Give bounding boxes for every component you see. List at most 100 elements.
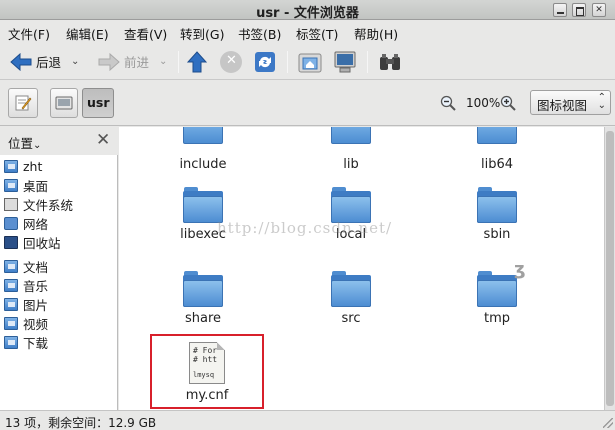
back-arrow-icon: [10, 52, 32, 71]
forward-history-chevron-icon[interactable]: ⌄: [159, 56, 167, 67]
file-name: lib64: [480, 157, 514, 172]
select-arrows-icon: ⌃ ⌄: [597, 92, 606, 111]
folder-icon: [477, 127, 517, 144]
home-folder-icon: [4, 159, 18, 173]
path-usr-label: usr: [87, 95, 110, 110]
close-window-button[interactable]: ✕: [592, 3, 606, 17]
sidebar-item-zht[interactable]: zht: [4, 157, 42, 175]
sidebar-item-label: 文档: [23, 259, 49, 275]
sidebar-item-label: 下载: [23, 335, 49, 351]
back-button[interactable]: 后退 ⌄: [10, 52, 79, 71]
sidebar-item-label: 视频: [23, 316, 49, 332]
sidebar-item-label: zht: [23, 158, 43, 174]
home-folder-icon[interactable]: [298, 51, 322, 73]
folder-icon: [183, 187, 223, 223]
folder-icon: [331, 187, 371, 223]
sticky-emblem-icon: ʒ: [514, 259, 526, 280]
file-name: src: [341, 311, 361, 326]
view-mode-label: 图标视图: [537, 98, 588, 113]
sidebar-item-music[interactable]: 音乐: [4, 276, 48, 294]
desktop-folder-icon: [4, 178, 18, 192]
sidebar-item-network[interactable]: 网络: [4, 214, 48, 232]
folder-icon: [183, 127, 223, 144]
back-history-chevron-icon[interactable]: ⌄: [71, 56, 79, 67]
pictures-folder-icon: [4, 297, 18, 311]
close-sidebar-icon[interactable]: ✕: [96, 130, 110, 150]
back-label: 后退: [36, 55, 62, 70]
search-binoculars-icon[interactable]: [378, 53, 402, 71]
folder-item[interactable]: src: [306, 271, 396, 326]
highlight-box: [150, 334, 264, 409]
drive-icon: [55, 96, 73, 110]
videos-folder-icon: [4, 316, 18, 330]
sidebar-item-label: 桌面: [23, 178, 49, 194]
menu-view[interactable]: 查看(V): [124, 24, 167, 43]
path-usr-button[interactable]: usr: [82, 88, 114, 118]
sidebar-item-documents[interactable]: 文档: [4, 257, 48, 275]
folder-item[interactable]: sbin: [452, 187, 542, 242]
edit-pencil-icon: [15, 95, 32, 111]
navigation-toolbar: 后退 ⌄ 前进 ⌄ ✕: [0, 43, 615, 80]
sidebar-item-videos[interactable]: 视频: [4, 314, 48, 332]
folder-icon: [331, 127, 371, 144]
zoom-in-icon[interactable]: [500, 95, 516, 111]
minimize-button[interactable]: [553, 3, 567, 17]
forward-arrow-icon: [98, 52, 120, 71]
vertical-scrollbar[interactable]: [604, 127, 615, 410]
computer-icon[interactable]: [333, 51, 357, 73]
places-sidebar: 位置⌄ ✕ zht 桌面 文件系统 网络 回收站 文档 音乐 图片 视频 下载: [0, 127, 118, 410]
zoom-out-icon[interactable]: [440, 95, 456, 111]
watermark: http://blog.csdn.net/: [217, 219, 393, 237]
reload-icon[interactable]: [254, 51, 276, 73]
menu-file[interactable]: 文件(F): [8, 24, 50, 43]
folder-icon: [331, 271, 371, 307]
menu-help[interactable]: 帮助(H): [354, 24, 398, 43]
sidebar-item-label: 文件系统: [23, 197, 74, 213]
sidebar-item-label: 网络: [23, 216, 49, 232]
zoom-level: 100%: [466, 96, 501, 110]
window-title: usr - 文件浏览器: [256, 6, 359, 21]
filesystem-drive-icon: [4, 197, 18, 211]
status-bar: 13 项，剩余空间：12.9 GB: [0, 410, 615, 430]
folder-icon: [477, 271, 517, 307]
sidebar-item-pictures[interactable]: 图片: [4, 295, 48, 313]
sidebar-places-dropdown[interactable]: 位置⌄: [8, 133, 41, 152]
sidebar-item-label: 音乐: [23, 278, 49, 294]
network-icon: [4, 216, 18, 230]
sidebar-header: 位置⌄ ✕: [0, 127, 118, 155]
stop-button[interactable]: ✕: [220, 51, 242, 73]
sidebar-item-label: 图片: [23, 297, 49, 313]
sidebar-item-trash[interactable]: 回收站: [4, 233, 61, 251]
resize-grip-icon[interactable]: [603, 418, 613, 428]
menu-tabs[interactable]: 标签(T): [296, 24, 338, 43]
menu-go[interactable]: 转到(G): [180, 24, 224, 43]
menu-bar: 文件(F) 编辑(E) 查看(V) 转到(G) 书签(B) 标签(T) 帮助(H…: [0, 20, 615, 43]
menu-bookmarks[interactable]: 书签(B): [238, 24, 281, 43]
file-name: lib: [343, 157, 359, 172]
path-root-button[interactable]: [50, 88, 78, 118]
trash-icon: [4, 235, 18, 249]
sidebar-item-filesystem[interactable]: 文件系统: [4, 195, 73, 213]
up-arrow-icon[interactable]: [187, 51, 207, 73]
file-name: include: [179, 157, 227, 172]
file-name: tmp: [483, 311, 510, 326]
folder-item[interactable]: share: [158, 271, 248, 326]
menu-edit[interactable]: 编辑(E): [66, 24, 109, 43]
folder-item[interactable]: tmp ʒ: [452, 259, 542, 326]
location-bar: usr 100% 图标视图 ⌃ ⌄: [0, 81, 615, 126]
file-view[interactable]: include lib lib64 libexec local sbin sha…: [119, 127, 604, 410]
maximize-button[interactable]: [572, 3, 586, 17]
file-name: share: [184, 311, 222, 326]
scrollbar-thumb[interactable]: [606, 131, 614, 406]
forward-label: 前进: [124, 55, 150, 70]
music-folder-icon: [4, 278, 18, 292]
forward-button[interactable]: 前进 ⌄: [98, 52, 167, 71]
view-mode-select[interactable]: 图标视图 ⌃ ⌄: [530, 90, 611, 115]
sidebar-item-downloads[interactable]: 下载: [4, 333, 48, 351]
sidebar-item-label: 回收站: [23, 235, 61, 251]
documents-folder-icon: [4, 259, 18, 273]
file-name: sbin: [483, 227, 511, 242]
sidebar-item-desktop[interactable]: 桌面: [4, 176, 48, 194]
toggle-location-entry-button[interactable]: [8, 88, 38, 118]
downloads-folder-icon: [4, 335, 18, 349]
